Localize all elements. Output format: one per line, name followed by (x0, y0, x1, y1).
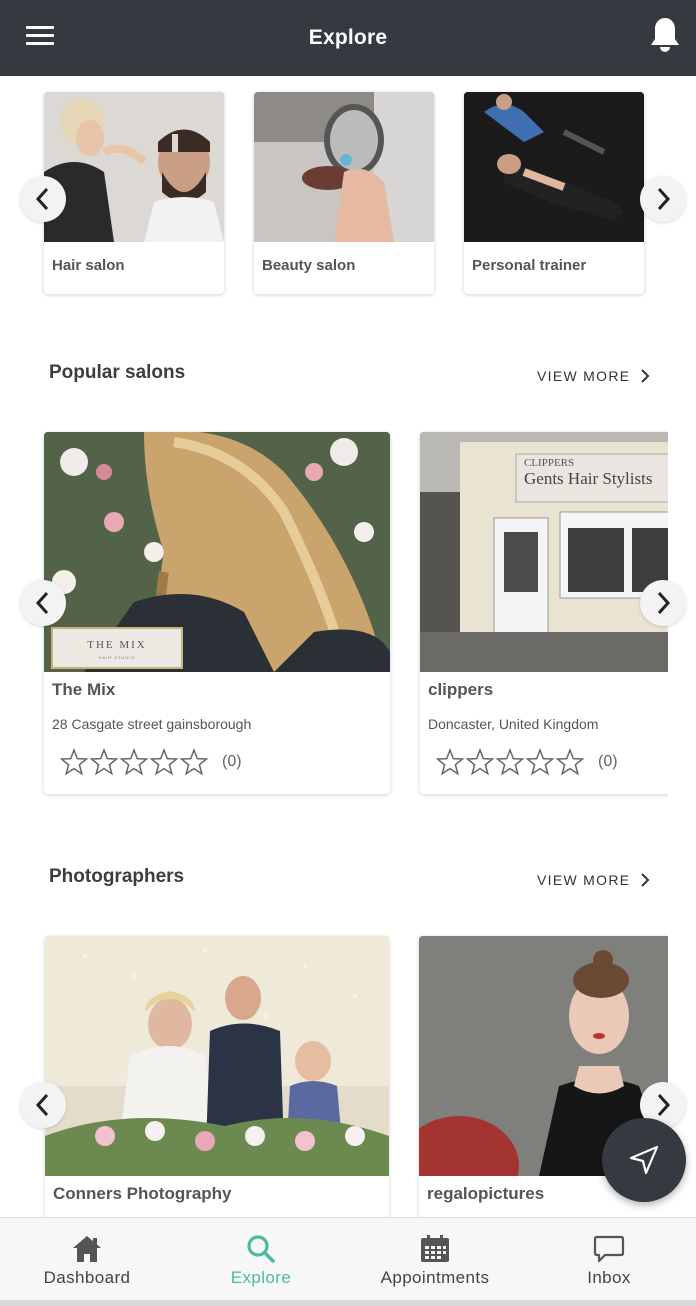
category-label: Beauty salon (262, 257, 356, 274)
photographer-name: Conners Photography (53, 1184, 232, 1203)
rating-count: (0) (598, 753, 618, 770)
carousel-prev-button[interactable] (20, 176, 66, 222)
popular-salons-carousel: THE MIX HAIR STUDIO The Mix 28 Casgate s… (0, 428, 668, 800)
chat-icon (593, 1235, 625, 1263)
view-more-popular-salons[interactable]: VIEW MORE (537, 368, 650, 384)
logo-subtext: HAIR STUDIO (99, 655, 136, 660)
navigation-arrow-icon (629, 1145, 659, 1175)
rating-stars: (0) (60, 748, 242, 776)
nav-label: Inbox (587, 1268, 631, 1287)
salon-card-the-mix[interactable]: THE MIX HAIR STUDIO The Mix 28 Casgate s… (44, 432, 390, 794)
chevron-left-icon (35, 591, 49, 615)
nav-item-explore[interactable]: Explore (174, 1218, 348, 1306)
bottom-system-bar (0, 1300, 696, 1306)
chevron-right-icon (641, 369, 650, 383)
view-more-label: VIEW MORE (537, 368, 631, 384)
home-icon (73, 1236, 101, 1262)
nav-item-dashboard[interactable]: Dashboard (0, 1218, 174, 1306)
photographers-carousel: Conners Photography regalopictures (0, 932, 668, 1217)
photographers-prev-button[interactable] (20, 1082, 66, 1128)
clippers-image: CLIPPERS Gents Hair Stylists (420, 432, 668, 672)
star-outline-icons (60, 748, 209, 776)
app-header: Explore (0, 0, 696, 76)
category-card-beauty-salon[interactable]: Beauty salon (254, 92, 434, 294)
nav-label: Appointments (380, 1268, 490, 1287)
salon-name: clippers (428, 680, 494, 699)
search-icon (247, 1235, 275, 1263)
section-title-photographers: Photographers (49, 866, 185, 887)
chevron-left-icon (35, 187, 49, 211)
explore-page: Explore Hair salon Beauty salon Personal… (0, 0, 696, 1306)
bottom-navigation: Dashboard Explore Appointments Inbox (0, 1217, 696, 1306)
category-card-hair-salon[interactable]: Hair salon (44, 92, 224, 294)
section-title-popular-salons: Popular salons (49, 362, 186, 383)
navigate-fab-button[interactable] (602, 1118, 686, 1202)
nav-item-appointments[interactable]: Appointments (348, 1218, 522, 1306)
hair-salon-image (44, 92, 224, 242)
chevron-right-icon (657, 591, 671, 615)
personal-trainer-image (464, 92, 644, 242)
sign-top-text: CLIPPERS (524, 457, 574, 469)
logo-text-the-mix: THE MIX (87, 639, 147, 651)
sign-main-text: Gents Hair Stylists (524, 469, 652, 488)
category-card-personal-trainer[interactable]: Personal trainer (464, 92, 644, 294)
carousel-next-button[interactable] (640, 176, 686, 222)
category-label: Hair salon (52, 257, 125, 274)
salon-address: 28 Casgate street gainsborough (52, 716, 252, 732)
photographer-name: regalopictures (427, 1184, 545, 1203)
nav-item-inbox[interactable]: Inbox (522, 1218, 696, 1306)
rating-count: (0) (222, 753, 242, 770)
salon-address: Doncaster, United Kingdom (428, 716, 599, 732)
photographer-card-conners[interactable]: Conners Photography (45, 936, 389, 1217)
salons-next-button[interactable] (640, 580, 686, 626)
beauty-salon-image (254, 92, 434, 242)
chevron-right-icon (657, 1093, 671, 1117)
menu-icon[interactable] (26, 24, 56, 46)
view-more-photographers[interactable]: VIEW MORE (537, 872, 650, 888)
chevron-right-icon (657, 187, 671, 211)
salon-name: The Mix (52, 680, 116, 699)
bell-icon[interactable] (648, 16, 682, 54)
nav-label: Explore (230, 1268, 292, 1287)
salons-prev-button[interactable] (20, 580, 66, 626)
salon-card-clippers[interactable]: CLIPPERS Gents Hair Stylists clippers Do… (420, 432, 668, 794)
category-label: Personal trainer (472, 257, 587, 274)
nav-label: Dashboard (43, 1268, 131, 1287)
rating-stars: (0) (436, 748, 618, 776)
page-title: Explore (308, 26, 388, 49)
chevron-right-icon (641, 873, 650, 887)
star-outline-icons (436, 748, 585, 776)
conners-photography-image (45, 936, 389, 1176)
chevron-left-icon (35, 1093, 49, 1117)
view-more-label: VIEW MORE (537, 872, 631, 888)
calendar-icon (421, 1235, 449, 1262)
the-mix-image: THE MIX HAIR STUDIO (44, 432, 390, 672)
